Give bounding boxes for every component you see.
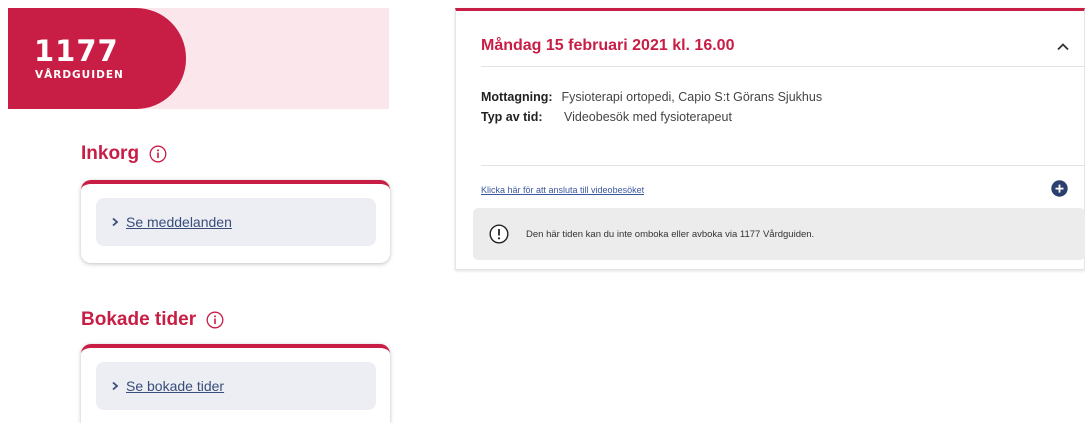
chevron-up-icon[interactable] [1056,39,1070,57]
chevron-right-icon [111,217,119,227]
header-banner: 1177 VÅRDGUIDEN [8,8,389,109]
see-bookings-link[interactable]: Se bokade tider [126,378,224,394]
inbox-heading: Inkorg [81,143,167,165]
see-bookings-button[interactable]: Se bokade tider [96,362,376,410]
appointment-title[interactable]: Måndag 15 februari 2021 kl. 16.00 [481,37,734,55]
see-messages-link[interactable]: Se meddelanden [126,214,232,230]
logo-number: 1177 [34,34,119,68]
logo-block[interactable]: 1177 VÅRDGUIDEN [8,8,186,109]
reception-row: Mottagning: Fysioterapi ortopedi, Capio … [481,90,822,104]
appointment-type-value: Videobesök med fysioterapeut [564,110,732,124]
notice-box: Den här tiden kan du inte omboka eller a… [473,208,1085,260]
plus-circle-icon[interactable] [1051,180,1068,202]
bookings-card: Se bokade tider [81,344,390,423]
chevron-right-icon [111,381,119,391]
info-icon[interactable] [149,145,167,163]
warning-icon [489,224,509,244]
reception-value: Fysioterapi ortopedi, Capio S:t Görans S… [561,90,823,104]
appointment-type-row: Typ av tid: Videobesök med fysioterapeut [481,110,732,124]
bookings-heading: Bokade tider [81,309,224,331]
inbox-heading-text: Inkorg [81,143,140,164]
info-icon[interactable] [206,311,224,329]
appointment-panel: Måndag 15 februari 2021 kl. 16.00 Mottag… [455,8,1085,270]
reception-label: Mottagning: [481,90,553,104]
join-video-link[interactable]: Klicka här för att ansluta till videobes… [481,185,644,195]
see-messages-button[interactable]: Se meddelanden [96,198,376,246]
divider [481,165,1084,166]
appointment-type-label: Typ av tid: [481,110,543,124]
logo-subtitle: VÅRDGUIDEN [35,69,124,81]
notice-text: Den här tiden kan du inte omboka eller a… [526,228,815,240]
divider [481,66,1084,67]
inbox-card: Se meddelanden [81,180,390,263]
bookings-heading-text: Bokade tider [81,309,197,330]
